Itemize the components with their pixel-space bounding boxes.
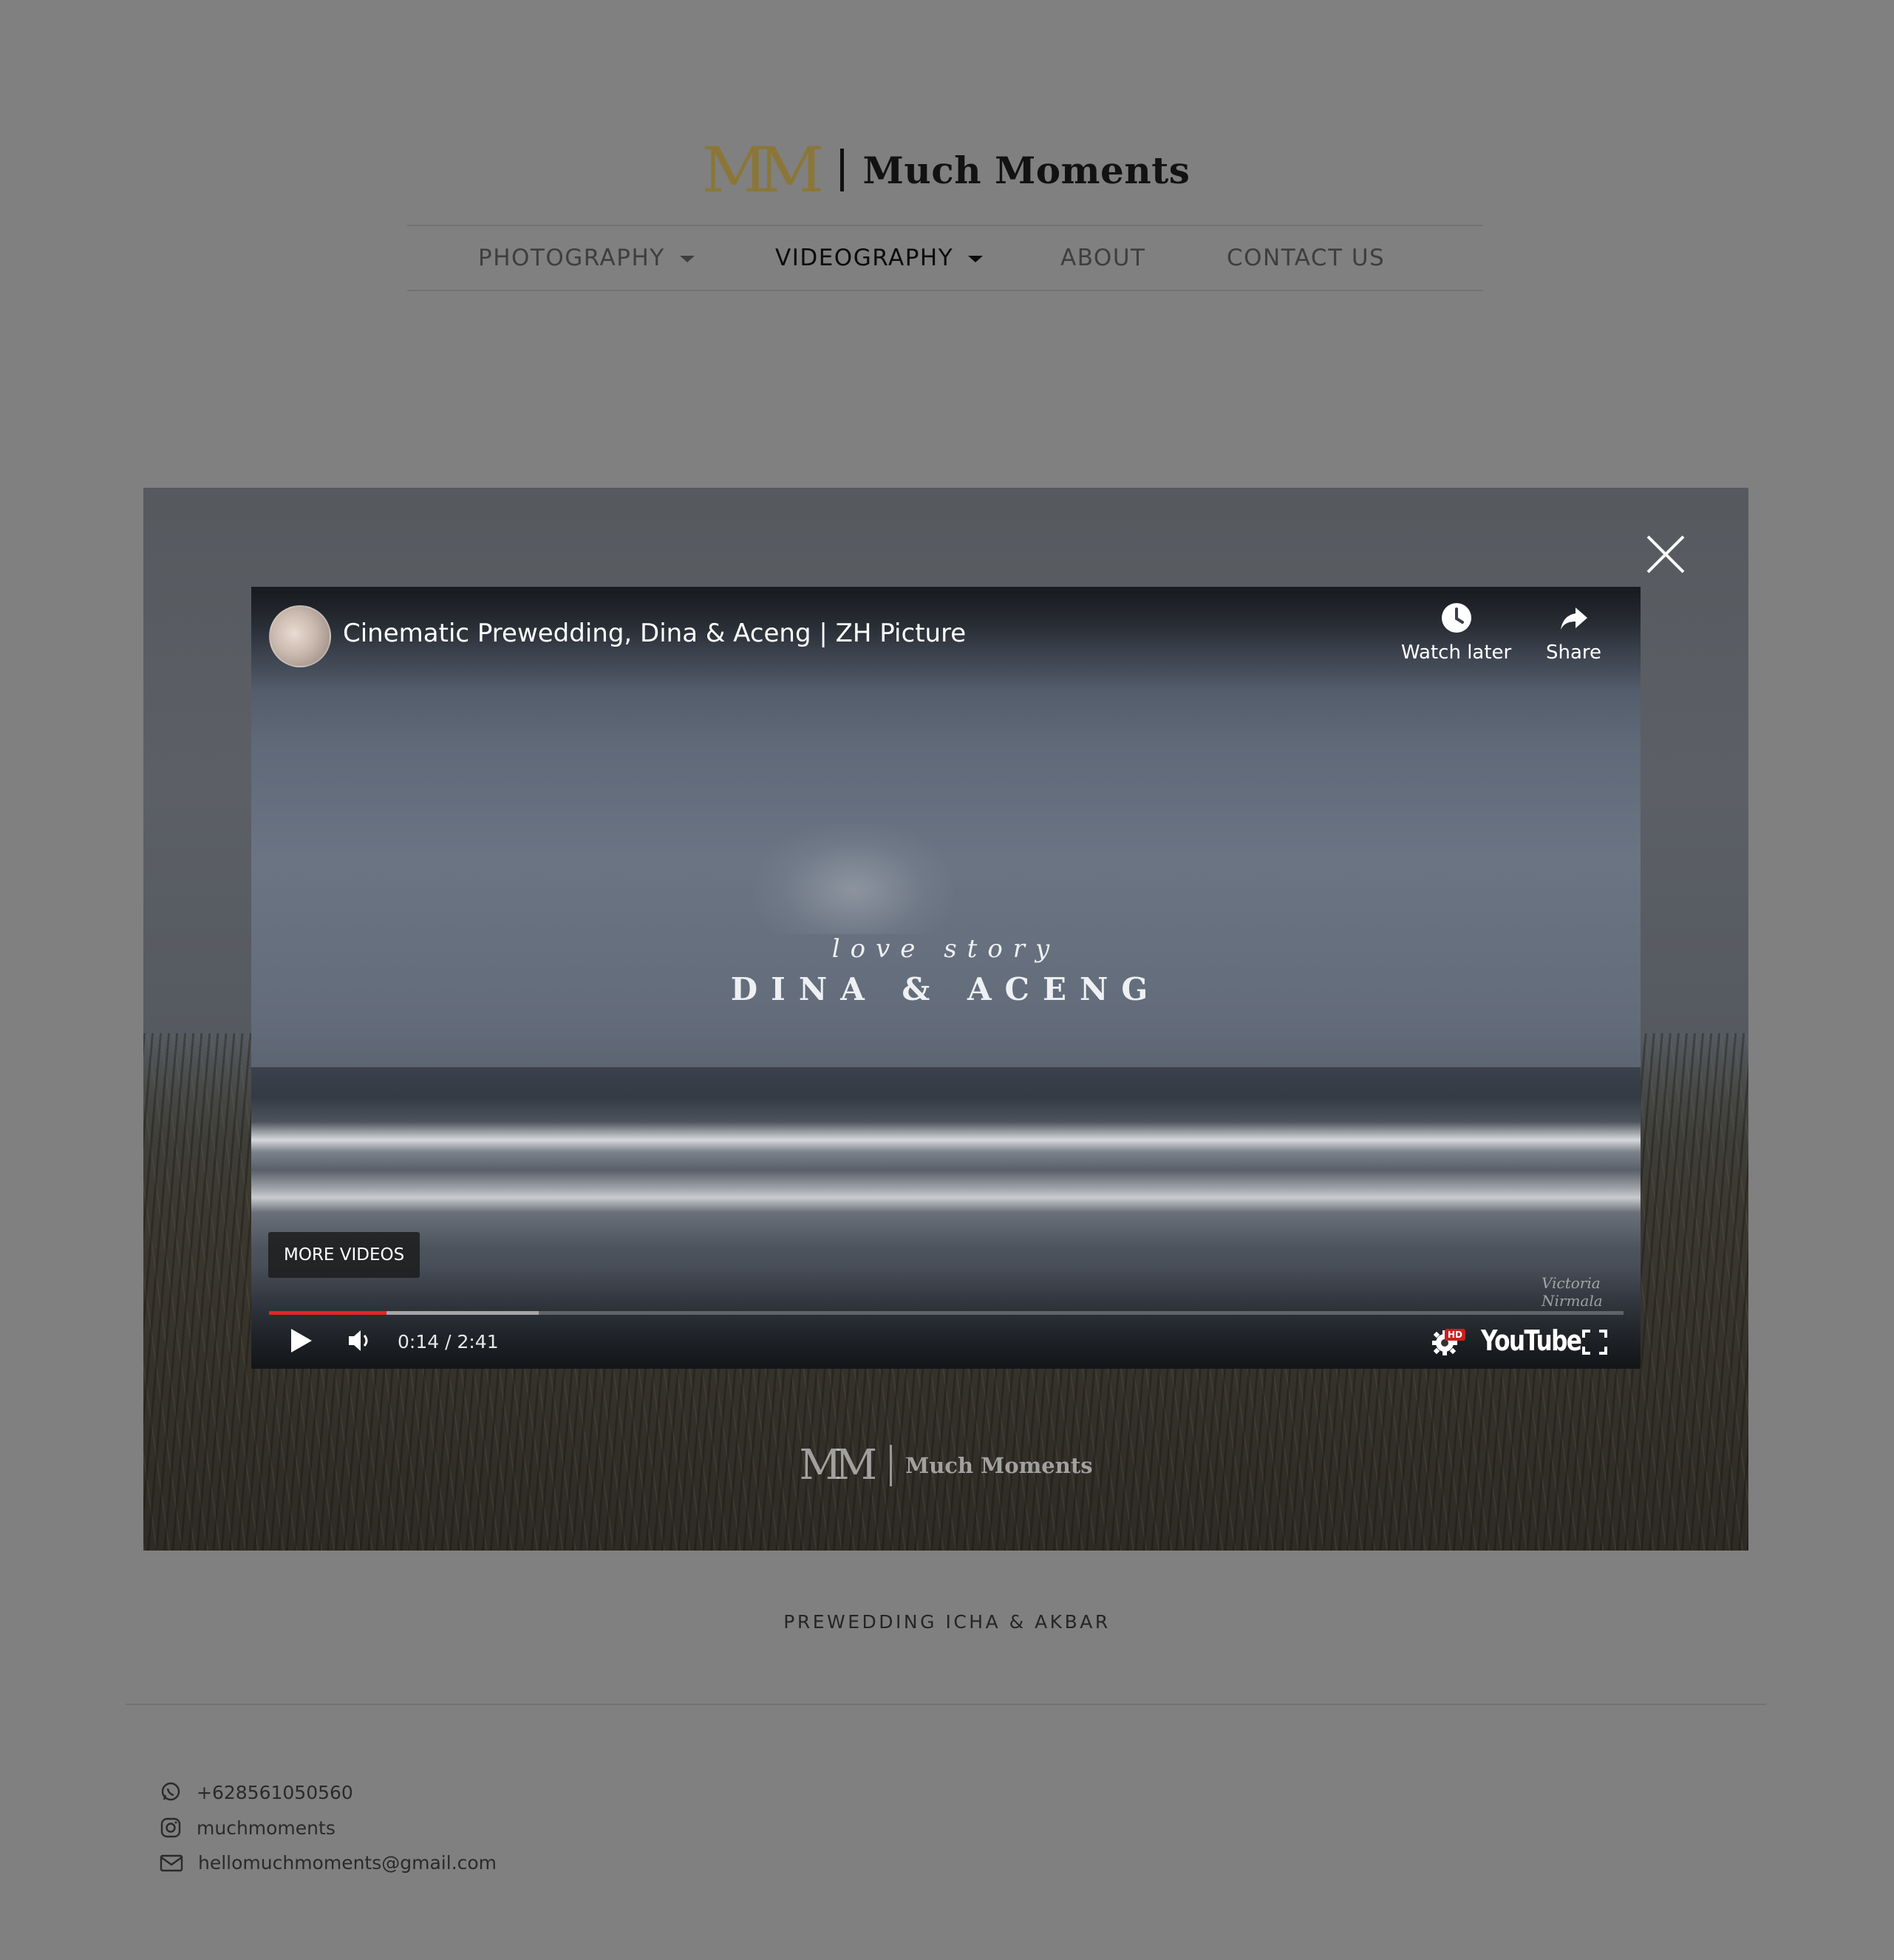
clock-icon	[1441, 603, 1471, 633]
close-icon	[1646, 535, 1685, 574]
caret-down-icon	[968, 255, 984, 262]
nav-photography[interactable]: PHOTOGRAPHY	[478, 226, 695, 290]
progress-bar[interactable]	[269, 1311, 1624, 1315]
video-watermark: Victoria Nirmala	[1542, 1274, 1603, 1310]
time-display: 0:14 / 2:41	[398, 1331, 499, 1352]
gallery-caption: PREWEDDING ICHA & AKBAR	[783, 1611, 1111, 1633]
close-lightbox-button[interactable]	[1643, 532, 1688, 576]
channel-avatar[interactable]	[269, 605, 331, 667]
logo-divider	[839, 149, 844, 191]
whatsapp-icon	[161, 1782, 180, 1801]
fullscreen-button[interactable]	[1581, 1329, 1608, 1359]
contact-instagram[interactable]: muchmoments	[160, 1817, 335, 1839]
contact-email-address[interactable]: hellomuchmoments@gmail.com	[198, 1852, 497, 1874]
play-button[interactable]	[288, 1326, 315, 1359]
nav-about-label: ABOUT	[1060, 245, 1146, 271]
youtube-logo[interactable]: YouTube	[1481, 1324, 1582, 1357]
watch-later-button[interactable]: Watch later	[1401, 602, 1511, 664]
progress-played	[269, 1311, 387, 1315]
nav-contact-label: CONTACT US	[1227, 245, 1386, 271]
video-overlay-line2: DINA & ACENG	[730, 971, 1162, 1007]
video-title[interactable]: Cinematic Prewedding, Dina & Aceng | ZH …	[343, 619, 966, 648]
share-button[interactable]: Share	[1546, 602, 1601, 664]
site-logo[interactable]: MM Much Moments	[0, 133, 1894, 207]
play-icon	[291, 1329, 312, 1352]
video-overlay-line1: love story	[831, 934, 1060, 964]
main-nav: PHOTOGRAPHY VIDEOGRAPHY ABOUT CONTACT US	[407, 225, 1483, 291]
footer-divider	[126, 1704, 1766, 1705]
share-label: Share	[1546, 642, 1602, 664]
contact-email[interactable]: hellomuchmoments@gmail.com	[160, 1852, 497, 1874]
nav-videography-label: VIDEOGRAPHY	[775, 245, 954, 271]
volume-icon	[349, 1330, 368, 1351]
nav-photography-label: PHOTOGRAPHY	[478, 245, 665, 271]
backdrop-logo-wordmark: Much Moments	[905, 1452, 1093, 1478]
contact-phone[interactable]: +628561050560	[197, 1782, 353, 1803]
share-icon	[1560, 608, 1587, 630]
mail-icon	[160, 1854, 183, 1871]
volume-button[interactable]	[346, 1327, 372, 1358]
nav-videography[interactable]: VIDEOGRAPHY	[775, 226, 984, 290]
backdrop-logo: MM Much Moments	[143, 1441, 1748, 1489]
hd-badge: HD	[1445, 1329, 1466, 1341]
contact-whatsapp[interactable]: +628561050560	[160, 1781, 353, 1803]
fullscreen-icon	[1582, 1330, 1607, 1355]
contact-instagram-handle[interactable]: muchmoments	[197, 1817, 335, 1839]
nav-about[interactable]: ABOUT	[1060, 226, 1145, 290]
more-videos-button[interactable]: MORE VIDEOS	[268, 1232, 420, 1278]
backdrop-logo-divider	[890, 1444, 893, 1486]
video-player[interactable]: Cinematic Prewedding, Dina & Aceng | ZH …	[251, 587, 1641, 1369]
logo-wordmark: Much Moments	[862, 148, 1190, 192]
caret-down-icon	[679, 255, 695, 262]
cloud	[754, 823, 953, 934]
backdrop-logo-monogram: MM	[799, 1441, 877, 1489]
nav-contact-us[interactable]: CONTACT US	[1227, 226, 1385, 290]
watch-later-label: Watch later	[1401, 642, 1512, 664]
instagram-icon	[160, 1817, 181, 1838]
logo-monogram: MM	[701, 134, 824, 206]
